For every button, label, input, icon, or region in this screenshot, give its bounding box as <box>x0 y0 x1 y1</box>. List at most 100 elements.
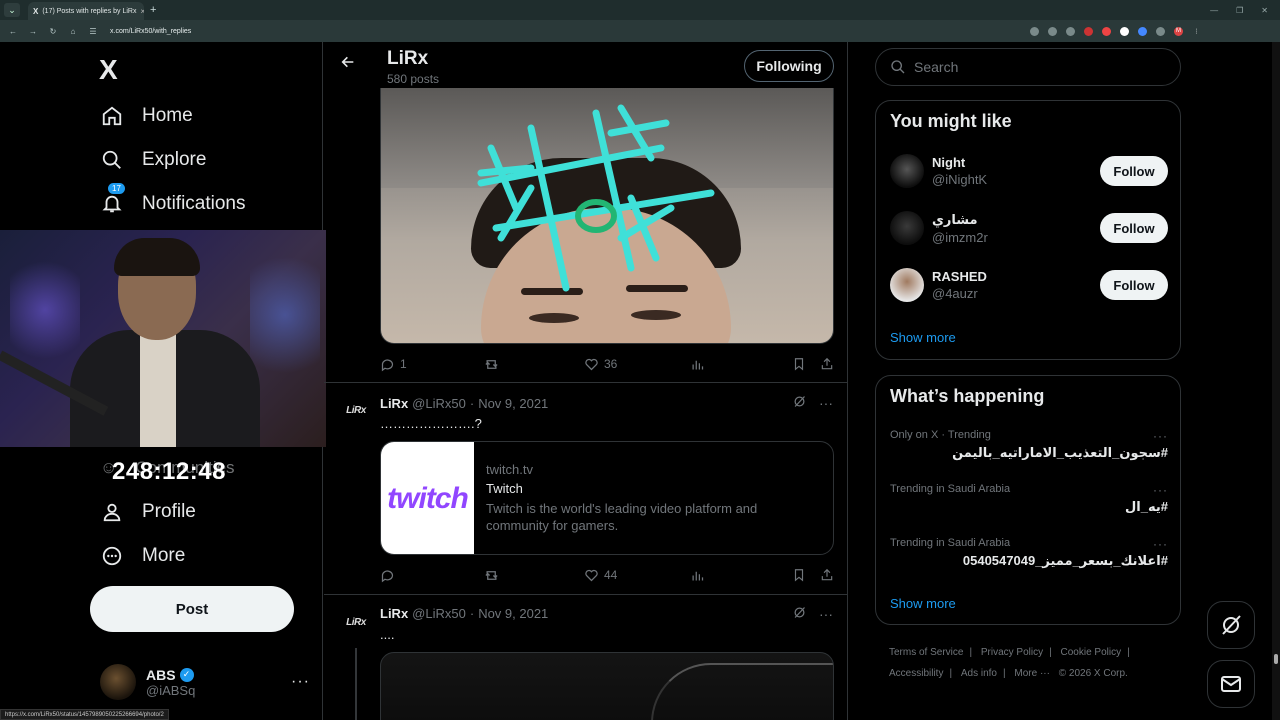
bookmark-button[interactable] <box>792 357 820 371</box>
like-button[interactable]: 44 <box>584 568 690 583</box>
follow-button[interactable]: Follow <box>1100 156 1168 186</box>
suggested-user[interactable]: مشاري @imzm2r Follow <box>890 206 1168 250</box>
scrollbar[interactable] <box>1272 42 1280 720</box>
site-info-icon[interactable]: ☰ <box>86 27 100 36</box>
account-switcher[interactable]: ABS ✓ @iABSq ··· <box>100 660 310 704</box>
tweet-author-handle[interactable]: @LiRx50 <box>412 606 466 621</box>
profile-name: LiRx <box>387 48 429 69</box>
footer-link[interactable]: Accessibility <box>889 668 943 679</box>
share-button[interactable] <box>820 568 834 582</box>
avatar[interactable]: LiRx <box>340 394 372 426</box>
footer-link[interactable]: Terms of Service <box>889 647 963 658</box>
tweet-photo[interactable] <box>380 652 834 720</box>
trend-more-icon[interactable]: ··· <box>1153 429 1168 443</box>
extension-icon[interactable] <box>1084 26 1093 36</box>
retweet-icon <box>485 359 498 369</box>
nav-more[interactable]: More <box>100 544 185 568</box>
nav-home[interactable]: Home <box>100 104 193 128</box>
search-icon <box>100 148 124 172</box>
tweet-more-icon[interactable]: ··· <box>819 395 833 411</box>
trend-item[interactable]: Trending in Saudi Arabia ··· #يه_ال <box>890 483 1168 515</box>
trend-item[interactable]: Only on X · Trending ··· #سجون_التعذيب_ا… <box>890 429 1168 461</box>
new-tab-icon[interactable]: + <box>150 4 156 16</box>
nav-notifications[interactable]: 17 Notifications <box>100 183 246 216</box>
forward-nav-icon[interactable]: → <box>26 27 40 36</box>
tweet-date[interactable]: Nov 9, 2021 <box>478 396 548 411</box>
x-logo-icon[interactable]: X <box>99 54 118 86</box>
heart-icon <box>585 569 598 581</box>
browser-tab[interactable]: X (17) Posts with replies by LiRx × <box>28 2 144 20</box>
tweet-date[interactable]: Nov 9, 2021 <box>478 606 548 621</box>
url-field[interactable]: x.com/LiRx50/with_replies <box>110 28 1030 35</box>
star-icon[interactable] <box>1066 26 1075 36</box>
following-button[interactable]: Following <box>744 50 834 82</box>
trend-more-icon[interactable]: ··· <box>1153 483 1168 497</box>
tweet-more-icon[interactable]: ··· <box>819 606 833 622</box>
search-input[interactable] <box>914 59 1154 75</box>
views-button[interactable] <box>690 568 792 583</box>
close-window-icon[interactable]: ✕ <box>1261 6 1268 15</box>
messages-fab-button[interactable] <box>1207 660 1255 708</box>
share-button[interactable] <box>820 357 834 371</box>
reply-button[interactable]: 1 <box>380 357 484 372</box>
tweet-author-handle[interactable]: @LiRx50 <box>412 396 466 411</box>
suggested-user-name: مشاري <box>932 211 978 227</box>
follow-button[interactable]: Follow <box>1100 270 1168 300</box>
back-arrow-icon[interactable] <box>340 54 356 75</box>
views-button[interactable] <box>690 357 792 372</box>
footer-link[interactable]: Privacy Policy <box>981 647 1043 658</box>
retweet-button[interactable] <box>484 357 584 372</box>
show-more-link[interactable]: Show more <box>890 330 956 345</box>
nav-profile[interactable]: Profile <box>100 500 196 524</box>
grok-icon[interactable] <box>792 605 807 623</box>
bookmark-button[interactable] <box>792 568 820 582</box>
post-button[interactable]: Post <box>90 586 294 632</box>
account-more-icon[interactable]: ··· <box>291 673 310 691</box>
footer-link[interactable]: Cookie Policy <box>1061 647 1122 658</box>
zoom-icon[interactable] <box>1048 26 1057 36</box>
suggested-user-name: RASHED <box>932 269 987 284</box>
tweet-dot: · <box>469 396 475 411</box>
footer-link[interactable]: More ··· <box>1014 668 1050 679</box>
nav-explore[interactable]: Explore <box>100 148 206 172</box>
trend-context: Trending in Saudi Arabia <box>890 483 1011 495</box>
profile-header: LiRx 580 posts Following <box>324 42 847 88</box>
show-more-link[interactable]: Show more <box>890 596 956 611</box>
extension-icon[interactable] <box>1138 26 1147 36</box>
reload-icon[interactable]: ↻ <box>46 27 60 36</box>
extensions-puzzle-icon[interactable] <box>1156 26 1165 36</box>
scroll-thumb[interactable] <box>1274 654 1278 664</box>
tweet-author-name[interactable]: LiRx <box>380 396 408 411</box>
retweet-button[interactable] <box>484 568 584 583</box>
notification-count-badge: 17 <box>108 183 125 194</box>
tab-search-icon[interactable]: ⌄ <box>4 3 20 17</box>
stream-timer: 248:12:48 <box>112 458 226 485</box>
search-box[interactable] <box>875 48 1181 86</box>
grok-fab-button[interactable] <box>1207 601 1255 649</box>
link-card[interactable]: twitch twitch.tv Twitch Twitch is the wo… <box>380 441 834 555</box>
cast-icon[interactable] <box>1030 26 1039 36</box>
bookmark-icon <box>794 358 804 371</box>
tab-title: (17) Posts with replies by LiRx <box>42 7 137 15</box>
home-nav-icon[interactable]: ⌂ <box>66 27 80 36</box>
suggested-user[interactable]: Night @iNightK Follow <box>890 149 1168 193</box>
like-button[interactable]: 36 <box>584 357 690 372</box>
profile-avatar-icon[interactable]: M <box>1174 26 1183 36</box>
browser-menu-icon[interactable]: ⋮ <box>1192 27 1201 36</box>
tweet-photo[interactable] <box>380 88 834 344</box>
minimize-icon[interactable]: — <box>1210 6 1218 15</box>
extension-icon[interactable] <box>1120 26 1129 36</box>
tweet-author-name[interactable]: LiRx <box>380 606 408 621</box>
suggested-user[interactable]: RASHED @4auzr Follow <box>890 263 1168 307</box>
footer-link[interactable]: Ads info <box>961 668 997 679</box>
follow-button[interactable]: Follow <box>1100 213 1168 243</box>
avatar[interactable]: LiRx <box>340 606 372 638</box>
back-nav-icon[interactable]: ← <box>6 27 20 36</box>
reply-button[interactable] <box>380 568 484 583</box>
maximize-icon[interactable]: ❐ <box>1236 6 1243 15</box>
grok-icon[interactable] <box>792 394 807 412</box>
extension-icon[interactable] <box>1102 26 1111 36</box>
tab-close-icon[interactable]: × <box>141 7 145 16</box>
trend-item[interactable]: Trending in Saudi Arabia ··· #اعلانك_بسع… <box>890 537 1168 569</box>
trend-more-icon[interactable]: ··· <box>1153 537 1168 551</box>
